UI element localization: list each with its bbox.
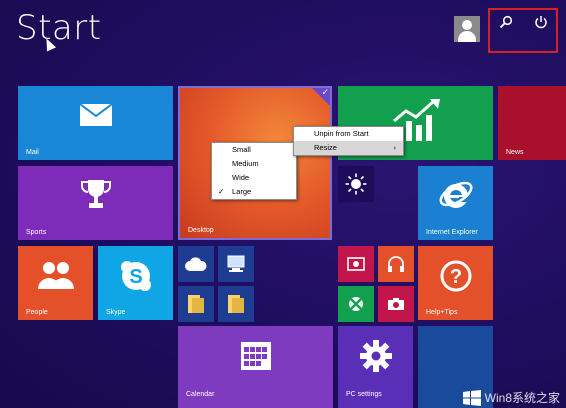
mail-icon <box>18 100 173 130</box>
tile-label: Internet Explorer <box>426 229 478 236</box>
tile-help-tips[interactable]: ? Help+Tips <box>418 246 493 320</box>
people-icon <box>18 256 93 292</box>
menu-item-wide[interactable]: Wide <box>212 171 296 185</box>
avatar-head <box>462 20 472 30</box>
help-icon: ? <box>418 256 493 296</box>
tile-label: PC settings <box>346 391 382 398</box>
tile-calendar[interactable]: Calendar <box>178 326 333 408</box>
sun-icon <box>338 168 374 200</box>
camera-icon <box>378 290 414 318</box>
tile-context-menu: Unpin from Start Resize › <box>293 126 404 156</box>
power-icon[interactable] <box>531 12 551 32</box>
tile-weather[interactable] <box>338 166 374 202</box>
tile-onedrive[interactable] <box>178 246 214 282</box>
tile-documents[interactable] <box>178 286 214 322</box>
xbox-icon <box>338 290 374 318</box>
tile-label: People <box>26 309 48 316</box>
tile-people[interactable]: People <box>18 246 93 320</box>
tile-games[interactable] <box>338 286 374 322</box>
skype-icon: S <box>98 256 173 296</box>
menu-item-label: Small <box>232 145 251 154</box>
tile-news[interactable]: News <box>498 86 566 160</box>
search-icon[interactable] <box>496 12 516 32</box>
windows-logo-icon <box>462 389 481 406</box>
menu-item-large[interactable]: ✓ Large <box>212 185 296 199</box>
menu-item-resize[interactable]: Resize › <box>294 141 403 155</box>
menu-item-label: Wide <box>232 173 250 182</box>
checkmark-icon: ✓ <box>321 87 329 97</box>
avatar-body <box>458 31 476 42</box>
tile-mail[interactable]: Mail <box>18 86 173 160</box>
menu-item-label: Large <box>232 187 252 196</box>
tile-camera[interactable] <box>378 286 414 322</box>
resize-submenu: Small Medium Wide ✓ Large <box>211 142 297 200</box>
tile-label: Skype <box>106 309 126 316</box>
computer-icon <box>218 250 254 278</box>
video-icon <box>338 250 374 278</box>
tile-sports[interactable]: Sports <box>18 166 173 240</box>
headphones-icon <box>378 250 414 278</box>
tile-label: News <box>506 149 524 156</box>
tile-internet-explorer[interactable]: Internet Explorer <box>418 166 493 240</box>
svg-text:?: ? <box>449 266 461 288</box>
tile-pictures[interactable] <box>218 286 254 322</box>
folder-icon <box>178 290 214 318</box>
chevron-right-icon: › <box>393 143 397 152</box>
calendar-icon <box>178 336 333 376</box>
svg-text:S: S <box>129 266 142 288</box>
trophy-icon <box>18 174 173 214</box>
tile-this-pc[interactable] <box>218 246 254 282</box>
user-avatar[interactable] <box>454 16 480 42</box>
menu-item-medium[interactable]: Medium <box>212 157 296 171</box>
menu-item-label: Resize <box>314 143 337 152</box>
menu-item-small[interactable]: Small <box>212 143 296 157</box>
page-title: Start <box>16 8 102 48</box>
menu-item-label: Unpin from Start <box>314 129 369 138</box>
folder-icon <box>218 290 254 318</box>
gear-icon <box>338 336 413 376</box>
tile-music[interactable] <box>378 246 414 282</box>
tile-video[interactable] <box>338 246 374 282</box>
tile-pc-settings[interactable]: PC settings <box>338 326 413 408</box>
cloud-icon <box>178 250 214 278</box>
tile-label: Help+Tips <box>426 309 458 316</box>
tile-label: Desktop <box>188 227 214 234</box>
menu-item-label: Medium <box>232 159 259 168</box>
internet-explorer-icon <box>418 174 493 216</box>
checkmark-icon: ✓ <box>218 187 225 196</box>
tile-label: Mail <box>26 149 39 156</box>
menu-item-unpin[interactable]: Unpin from Start <box>294 127 403 141</box>
tile-label: Calendar <box>186 391 215 398</box>
tile-skype[interactable]: S Skype <box>98 246 173 320</box>
tile-label: Sports <box>26 229 47 236</box>
watermark-text: Win8系统之家 <box>484 391 560 405</box>
watermark: Win8系统之家 <box>462 389 560 406</box>
